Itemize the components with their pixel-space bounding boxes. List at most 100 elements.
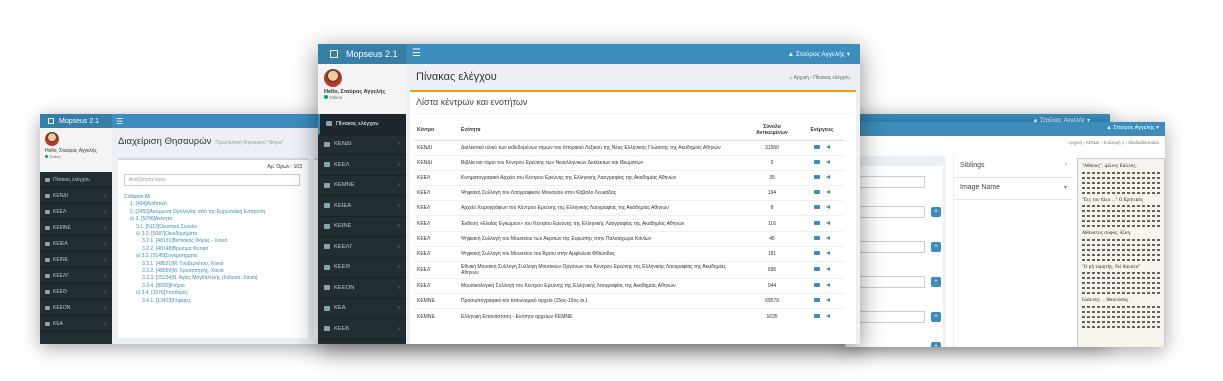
menu-toggle-icon[interactable]: ☰ <box>116 117 123 126</box>
list-view-icon[interactable] <box>814 298 820 303</box>
sidebar-item[interactable]: ΚΕΕΚ ‹ <box>318 319 406 340</box>
enter-icon[interactable] <box>826 235 830 240</box>
add-button[interactable]: + <box>931 242 941 252</box>
enter-icon[interactable] <box>826 298 830 303</box>
list-icon <box>45 225 50 230</box>
sidebar-item[interactable]: ΚΕΕΛΓ ‹ <box>40 268 112 284</box>
sidebar-item[interactable]: ΚΕΙΕΑ ‹ <box>318 196 406 217</box>
sidebar-item[interactable]: ΚΕΕΛΓ ‹ <box>318 237 406 258</box>
form-column: + + + + + <box>845 156 945 347</box>
tree-node[interactable]: 3.3.3. [25234]Ν. Αγίας Μαγδαληνής (Κάλεσ… <box>124 275 265 282</box>
enter-icon[interactable] <box>826 283 830 288</box>
user-menu-center[interactable]: ▲ Σταύρος Αγγελής ▾ <box>788 50 850 58</box>
tree-node[interactable]: 1. [494]Αυθητική <box>124 201 265 208</box>
sidebar-item[interactable]: ΚΕΕΘ ‹ <box>40 284 112 300</box>
sidebar-item[interactable]: ΚΕΑ ‹ <box>40 316 112 332</box>
dashboard-content: Πίνακας ελέγχου ⌂ Αρχική › Πίνακας ελέγχ… <box>406 64 860 344</box>
form-field[interactable] <box>855 206 925 218</box>
sidebar-item[interactable]: ΚΕΝΔΙ ‹ <box>318 135 406 155</box>
tree-node[interactable]: 3.1. [5113]Οικιστικό Σύνολο <box>124 224 265 231</box>
tree-node[interactable]: ⊟ 3.3. [9145]Συγκροτήματα <box>124 253 265 260</box>
table-row: ΚΕΜΝΕ Ελληνική Επανάσταση - Ενότητα αρχεί… <box>414 308 844 325</box>
list-icon <box>324 162 330 168</box>
enter-icon[interactable] <box>826 174 830 179</box>
enter-icon[interactable] <box>826 144 830 149</box>
scan-text-line: Αθάνατος σοφός. Κίνη. <box>1082 230 1132 236</box>
user-panel: Hello, Σταύρος Αγγελής Online <box>40 128 112 172</box>
list-view-icon[interactable] <box>814 205 820 210</box>
term-search-input[interactable]: Αναζήτηση όρου <box>124 174 300 186</box>
menu-toggle-icon[interactable]: ☰ <box>412 48 421 59</box>
list-view-icon[interactable] <box>814 190 820 195</box>
user-menu-right[interactable]: ▲ Σταύρος Αγγελής ▾ <box>1106 125 1159 131</box>
cell-section: Προσωπογραφικό και τοπωνυμικό αρχείο (15… <box>458 293 744 309</box>
tree-node[interactable]: 3.2.1. [48131]Βιστιακός Φόρος - Χανιά <box>124 238 265 245</box>
add-button[interactable]: + <box>931 207 941 217</box>
tree-node[interactable]: 2. [2453]Ασύμμετα Ορολογίας από την Ευρω… <box>124 209 265 216</box>
form-field[interactable] <box>855 276 925 288</box>
add-button[interactable]: + <box>931 277 941 287</box>
list-view-icon[interactable] <box>814 313 820 318</box>
chevron-icon: ‹ <box>398 264 400 271</box>
list-view-icon[interactable] <box>814 159 820 164</box>
sidebar-item[interactable]: ΚΕΕΘ ‹ <box>318 258 406 278</box>
add-button[interactable]: + <box>931 342 941 347</box>
scan-decorative-line <box>1082 186 1160 189</box>
logo[interactable]: Mopseus 2.1 <box>40 114 112 128</box>
list-view-icon[interactable] <box>814 250 820 255</box>
sidebar-item[interactable]: ΚΕΕΛ ‹ <box>40 204 112 220</box>
sidebar-item-label: ΚΕΙΕΑ <box>53 240 68 247</box>
sidebar-item[interactable]: ΚΕΜΝΕ ‹ <box>318 176 406 196</box>
sidebar-item-label: ΚΕΝΔΙ <box>334 141 352 148</box>
cell-section: Εθνική Μουσική Συλλογή Συλλογή Μουσικών … <box>458 261 744 279</box>
cell-actions <box>800 139 844 156</box>
sidebar-item[interactable]: ΚΕΘΜΤ‹ <box>318 340 406 345</box>
list-view-icon[interactable] <box>814 220 820 225</box>
form-field[interactable] <box>855 241 925 253</box>
add-button[interactable]: + <box>931 312 941 322</box>
list-view-icon[interactable] <box>814 174 820 179</box>
tree-node[interactable]: 3.4.1. [13423]Γέφυρες <box>124 298 265 305</box>
cell-total: 31560 <box>744 139 800 156</box>
image-name-header[interactable]: Image Name ▾ <box>954 178 1073 200</box>
cell-center: ΚΕΕΛ <box>414 185 458 201</box>
sidebar-item[interactable]: ΚΕΕΟΝ ‹ <box>318 278 406 299</box>
sidebar-item[interactable]: ΚΕΙΝΕ ‹ <box>40 252 112 268</box>
logo-center[interactable]: Mopseus 2.1 <box>318 44 406 64</box>
sidebar-item[interactable]: Πίνακας ελέγχου <box>40 172 112 188</box>
enter-icon[interactable] <box>826 159 830 164</box>
scan-decorative-line <box>1082 320 1160 323</box>
form-field[interactable] <box>855 311 925 323</box>
sidebar-item[interactable]: ΚΕΜΝΕ ‹ <box>40 220 112 236</box>
enter-icon[interactable] <box>826 313 830 318</box>
cell-total: 696 <box>744 261 800 279</box>
tree-node[interactable]: ⊟ 3. [5296]Ακίνητα <box>124 216 265 223</box>
siblings-header[interactable]: Siblings › <box>954 156 1073 178</box>
enter-icon[interactable] <box>826 250 830 255</box>
sidebar-item[interactable]: Πίνακας ελέγχου <box>318 114 406 135</box>
enter-icon[interactable] <box>826 205 830 210</box>
sidebar-item[interactable]: ΚΕΙΝΕ ‹ <box>318 217 406 237</box>
tree-node[interactable]: 3.3.1. [48521]Μ. Γουβερνέτου, Χανιά <box>124 261 265 268</box>
list-view-icon[interactable] <box>814 267 820 271</box>
form-select[interactable] <box>855 176 925 188</box>
sidebar-item[interactable]: ΚΕΑ ‹ <box>318 299 406 319</box>
sidebar-item[interactable]: ΚΕΕΟΝ ‹ <box>40 300 112 316</box>
list-view-icon[interactable] <box>814 283 820 288</box>
sidebar-item[interactable]: ΚΕΕΛ ‹ <box>318 155 406 176</box>
page-title-center: Πίνακας ελέγχου <box>416 71 497 83</box>
tree-box: Αρ. Όρων : 103 Αναζήτηση όρου Collapse A… <box>118 158 308 338</box>
enter-icon[interactable] <box>826 190 830 195</box>
enter-icon[interactable] <box>826 267 830 271</box>
top-navbar-center: Mopseus 2.1 ☰ ▲ Σταύρος Αγγελής ▾ <box>318 44 860 64</box>
sidebar-item[interactable]: ΚΕΝΔΙ ‹ <box>40 188 112 204</box>
list-view-icon[interactable] <box>814 144 820 149</box>
box-title: Λίστα κέντρων και ενοτήτων <box>410 92 856 114</box>
sidebar-item[interactable]: ΚΕΙΕΑ ‹ <box>40 236 112 252</box>
app-name: Mopseus 2.1 <box>59 117 100 125</box>
enter-icon[interactable] <box>826 220 830 225</box>
cell-center: ΚΕΕΛ <box>414 245 458 262</box>
list-view-icon[interactable] <box>814 235 820 240</box>
scan-decorative-line <box>1082 225 1160 228</box>
tree-node[interactable]: ⊟ 3.4. [1076]Υποδομές <box>124 290 265 297</box>
